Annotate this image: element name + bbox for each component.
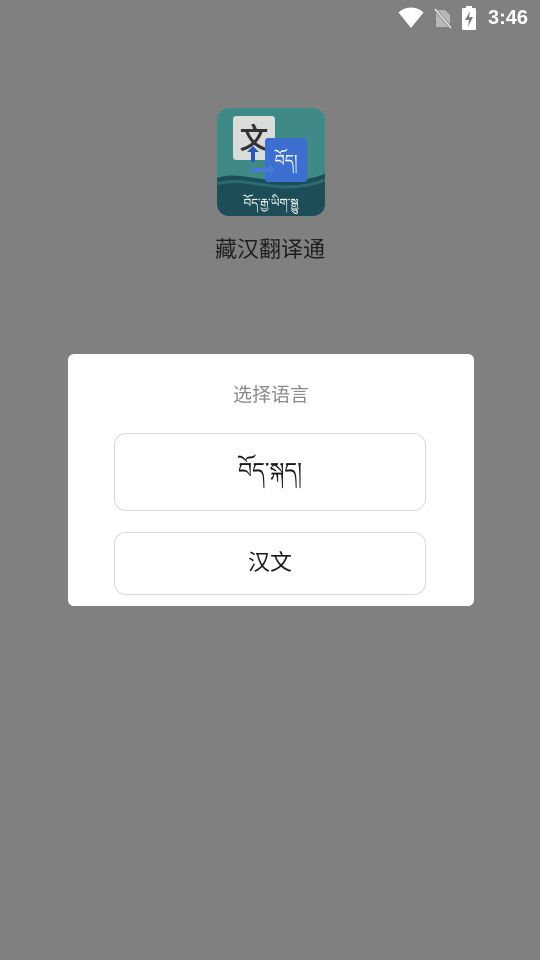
translate-app-icon: 文 བོད། བོད་རྒྱ་ཡིག་སྒྱུ (217, 108, 325, 216)
tibetan-language-button[interactable]: བོད་སྐད། (114, 433, 426, 511)
no-sim-icon (433, 7, 452, 29)
battery-charging-icon (461, 6, 476, 30)
chinese-language-button[interactable]: 汉文 (114, 532, 426, 595)
clock: 3:46 (487, 6, 528, 29)
tibetan-language-label: བོད་སྐད། (238, 459, 302, 484)
chinese-language-label: 汉文 (247, 550, 292, 576)
status-bar: 3:46 (0, 0, 540, 36)
wifi-icon (398, 7, 424, 29)
app-title: 藏汉翻译通 (214, 238, 325, 263)
language-dialog: 选择语言 བོད་སྐད། 汉文 (68, 354, 474, 606)
dialog-title: 选择语言 (232, 384, 309, 406)
status-icons: 3:46 (398, 4, 528, 32)
screen: 3:46 文 བོད། བོད་རྒྱ་ཡིག་སྒྱུ 藏汉翻译通 选择语言 … (0, 0, 540, 960)
